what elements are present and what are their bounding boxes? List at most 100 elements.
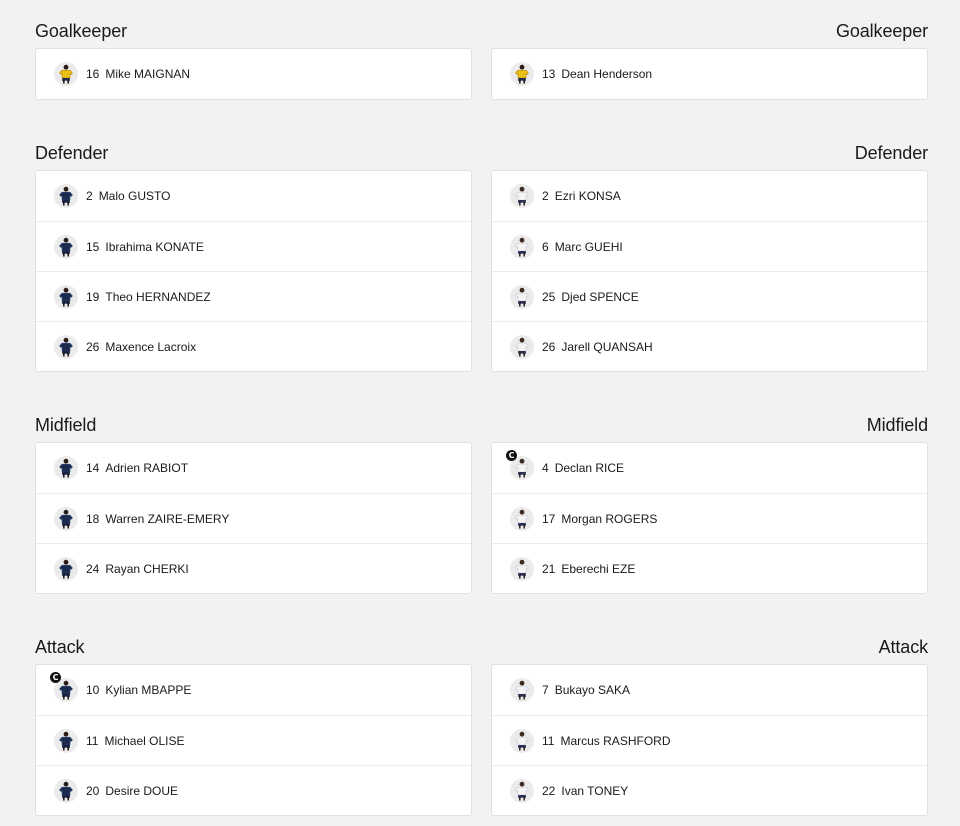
player-kit-icon [515, 237, 529, 256]
home-team-card: 16 Mike MAIGNAN [35, 48, 472, 100]
player-row[interactable]: 25 Djed SPENCE [492, 271, 927, 321]
player-row[interactable]: 22 Ivan TONEY [492, 765, 927, 815]
section-title-right: Midfield [866, 415, 928, 435]
player-name[interactable]: Marcus RASHFORD [560, 734, 670, 748]
player-number: 18 [86, 511, 100, 526]
team-columns: 14 Adrien RABIOT 18 Warren ZAIRE-EMERY 24 Ray… [35, 442, 928, 594]
player-name[interactable]: Mike MAIGNAN [105, 67, 190, 81]
player-number: 14 [86, 461, 100, 475]
player-kit-icon [59, 731, 73, 750]
player-row[interactable]: 24 Rayan CHERKI [36, 543, 471, 593]
home-team-card: 2 Malo GUSTO 15 Ibrahima KONATE 19 Theo HERNA… [35, 170, 472, 372]
player-avatar [510, 556, 534, 581]
player-avatar [54, 778, 78, 803]
player-avatar [54, 334, 78, 359]
player-row[interactable]: 11 Michael OLISE [36, 715, 471, 765]
player-number: 11 [542, 733, 555, 748]
section-title-right: Defender [854, 143, 928, 163]
player-number: 6 [542, 239, 549, 254]
player-number: 17 [542, 511, 556, 526]
player-number: 10 [86, 683, 100, 697]
player-name[interactable]: Ivan TONEY [561, 784, 628, 798]
player-number: 7 [542, 683, 549, 697]
section-title-right: Goalkeeper [835, 21, 928, 41]
away-team-card: C 4 Declan RICE 17 Morgan ROGERS 21 Eberechi E… [491, 442, 928, 594]
captain-badge: C [50, 672, 61, 683]
player-row[interactable]: C 10 Kylian MBAPPE [36, 665, 471, 715]
player-name[interactable]: Dean Henderson [561, 67, 652, 81]
player-name[interactable]: Declan RICE [555, 461, 624, 475]
player-number: 19 [86, 289, 100, 304]
player-name[interactable]: Malo GUSTO [99, 189, 171, 203]
player-row[interactable]: 13 Dean Henderson [492, 49, 927, 99]
player-avatar [54, 456, 78, 480]
player-avatar [510, 728, 534, 753]
player-row[interactable]: 15 Ibrahima KONATE [36, 221, 471, 271]
player-kit-icon [515, 186, 529, 206]
home-team-card: C 10 Kylian MBAPPE 11 Michael OLISE 20 Desire … [35, 664, 472, 816]
player-kit-icon [59, 559, 73, 578]
player-row[interactable]: 16 Mike MAIGNAN [36, 49, 471, 99]
player-number: 22 [542, 783, 556, 798]
player-name[interactable]: Eberechi EZE [561, 562, 635, 576]
player-row[interactable]: 11 Marcus RASHFORD [492, 715, 927, 765]
player-kit-icon [59, 680, 73, 700]
player-row[interactable]: 17 Morgan ROGERS [492, 493, 927, 543]
player-kit-icon [59, 237, 73, 256]
player-number: 4 [542, 461, 549, 475]
player-number: 24 [86, 561, 100, 576]
team-columns: 16 Mike MAIGNAN 13 Dean Henderson [35, 48, 928, 100]
player-row[interactable]: 14 Adrien RABIOT [36, 443, 471, 493]
player-name[interactable]: Marc GUEHI [555, 240, 623, 254]
player-name[interactable]: Bukayo SAKA [555, 683, 630, 697]
lineup-container: Goalkeeper Goalkeeper 16 Mike MAIGNAN 13 Dean… [0, 0, 960, 816]
player-row[interactable]: 2 Malo GUSTO [36, 171, 471, 221]
player-kit-icon [515, 731, 529, 750]
player-name[interactable]: Warren ZAIRE-EMERY [105, 512, 229, 526]
player-name[interactable]: Djed SPENCE [561, 290, 638, 304]
player-row[interactable]: C 4 Declan RICE [492, 443, 927, 493]
player-kit-icon [515, 64, 529, 84]
player-row[interactable]: 6 Marc GUEHI [492, 221, 927, 271]
player-avatar [54, 234, 78, 259]
player-row[interactable]: 18 Warren ZAIRE-EMERY [36, 493, 471, 543]
player-name[interactable]: Jarell QUANSAH [561, 340, 652, 354]
player-name[interactable]: Michael OLISE [104, 734, 184, 748]
player-name[interactable]: Ezri KONSA [555, 189, 621, 203]
player-number: 2 [542, 189, 549, 203]
player-row[interactable]: 26 Jarell QUANSAH [492, 321, 927, 371]
player-kit-icon [515, 287, 529, 306]
player-name[interactable]: Maxence Lacroix [105, 340, 196, 354]
away-team-card: 7 Bukayo SAKA 11 Marcus RASHFORD 22 Ivan TONE… [491, 664, 928, 816]
player-name[interactable]: Adrien RABIOT [105, 461, 188, 475]
player-number: 15 [86, 239, 100, 254]
section-title-left: Attack [35, 637, 85, 657]
section-title-right: Attack [878, 637, 929, 657]
player-kit-icon [59, 458, 73, 478]
player-name[interactable]: Theo HERNANDEZ [105, 290, 210, 304]
position-section-attack: Attack Attack C 10 Kylian MBAPPE 11 Michael OL… [35, 616, 928, 816]
player-row[interactable]: 19 Theo HERNANDEZ [36, 271, 471, 321]
player-name[interactable]: Rayan CHERKI [105, 562, 188, 576]
team-columns: 2 Malo GUSTO 15 Ibrahima KONATE 19 Theo HERNA… [35, 170, 928, 372]
player-row[interactable]: 21 Eberechi EZE [492, 543, 927, 593]
section-title-left: Goalkeeper [35, 21, 128, 41]
player-kit-icon [515, 680, 529, 700]
player-row[interactable]: 2 Ezri KONSA [492, 171, 927, 221]
player-name[interactable]: Morgan ROGERS [561, 512, 657, 526]
player-row[interactable]: 26 Maxence Lacroix [36, 321, 471, 371]
home-team-card: 14 Adrien RABIOT 18 Warren ZAIRE-EMERY 24 Ray… [35, 442, 472, 594]
position-section-goalkeeper: Goalkeeper Goalkeeper 16 Mike MAIGNAN 13 Dean… [35, 0, 928, 100]
player-name[interactable]: Kylian MBAPPE [105, 683, 191, 697]
player-kit-icon [515, 559, 529, 578]
player-avatar [510, 778, 534, 803]
player-name[interactable]: Desire DOUE [105, 784, 178, 798]
player-avatar [54, 62, 78, 86]
player-name[interactable]: Ibrahima KONATE [105, 240, 203, 254]
player-row[interactable]: 20 Desire DOUE [36, 765, 471, 815]
player-avatar [54, 284, 78, 309]
player-row[interactable]: 7 Bukayo SAKA [492, 665, 927, 715]
player-kit-icon [515, 509, 529, 528]
